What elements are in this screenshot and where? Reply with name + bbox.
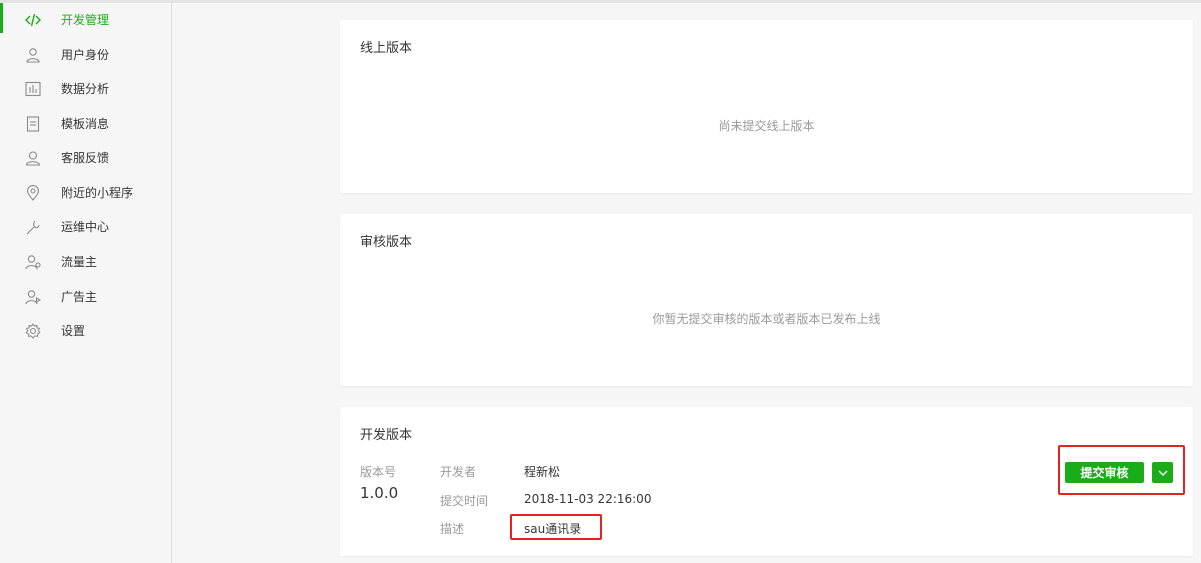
sidebar-item-settings[interactable]: 设置 xyxy=(0,314,171,348)
sidebar-item-nearby-miniprograms[interactable]: 附近的小程序 xyxy=(0,176,171,210)
more-options-dropdown-button[interactable] xyxy=(1152,462,1173,483)
version-number-label: 版本号 xyxy=(360,465,397,479)
wrench-icon xyxy=(26,220,40,235)
sidebar: 开发管理 用户身份 数据分析 模板消息 客服反馈 附近的小程序 运维中心 流量主… xyxy=(0,3,172,563)
user-icon xyxy=(26,48,40,63)
sidebar-item-data-analysis[interactable]: 数据分析 xyxy=(0,72,171,106)
review-version-title: 审核版本 xyxy=(360,235,413,250)
description-highlight-box xyxy=(510,514,602,540)
review-version-card: 审核版本 你暂无提交审核的版本或者版本已发布上线 xyxy=(340,214,1193,386)
sidebar-item-label: 运维中心 xyxy=(61,220,110,234)
developer-label: 开发者 xyxy=(440,465,477,479)
top-border xyxy=(0,0,1201,3)
submit-review-button[interactable]: 提交审核 xyxy=(1065,462,1144,483)
traffic-owner-icon xyxy=(25,255,41,270)
customer-service-icon xyxy=(25,151,41,166)
review-version-empty-text: 你暂无提交审核的版本或者版本已发布上线 xyxy=(652,312,881,326)
sidebar-item-label: 广告主 xyxy=(61,290,98,304)
version-number: 1.0.0 xyxy=(360,484,399,502)
sidebar-item-template-message[interactable]: 模板消息 xyxy=(0,107,171,141)
description-label: 描述 xyxy=(440,522,465,536)
submit-time-label: 提交时间 xyxy=(440,494,489,508)
sidebar-item-customer-feedback[interactable]: 客服反馈 xyxy=(0,141,171,175)
document-icon xyxy=(26,116,40,132)
location-pin-icon xyxy=(26,185,40,201)
sidebar-item-label: 客服反馈 xyxy=(61,151,110,165)
sidebar-item-traffic-owner[interactable]: 流量主 xyxy=(0,245,171,279)
online-version-title: 线上版本 xyxy=(360,41,413,56)
sidebar-item-label: 开发管理 xyxy=(61,13,110,27)
code-icon xyxy=(25,13,41,27)
sidebar-item-label: 数据分析 xyxy=(61,82,110,96)
sidebar-item-advertiser[interactable]: 广告主 xyxy=(0,280,171,314)
advertiser-icon xyxy=(25,290,41,305)
sidebar-item-label: 附近的小程序 xyxy=(61,186,134,200)
gear-icon xyxy=(25,323,41,339)
sidebar-item-user-identity[interactable]: 用户身份 xyxy=(0,38,171,72)
sidebar-item-label: 用户身份 xyxy=(61,48,110,62)
sidebar-item-ops-center[interactable]: 运维中心 xyxy=(0,210,171,244)
sidebar-item-dev-management[interactable]: 开发管理 xyxy=(0,3,171,37)
sidebar-item-label: 流量主 xyxy=(61,255,98,269)
online-version-card: 线上版本 尚未提交线上版本 xyxy=(340,20,1193,193)
chevron-down-icon xyxy=(1158,470,1167,476)
bar-chart-icon xyxy=(25,81,41,97)
submit-time-value: 2018-11-03 22:16:00 xyxy=(524,492,652,506)
dev-version-title: 开发版本 xyxy=(360,428,413,443)
developer-name: 程新松 xyxy=(524,465,561,479)
sidebar-item-label: 模板消息 xyxy=(61,117,110,131)
sidebar-item-label: 设置 xyxy=(61,324,86,338)
online-version-empty-text: 尚未提交线上版本 xyxy=(718,119,815,133)
